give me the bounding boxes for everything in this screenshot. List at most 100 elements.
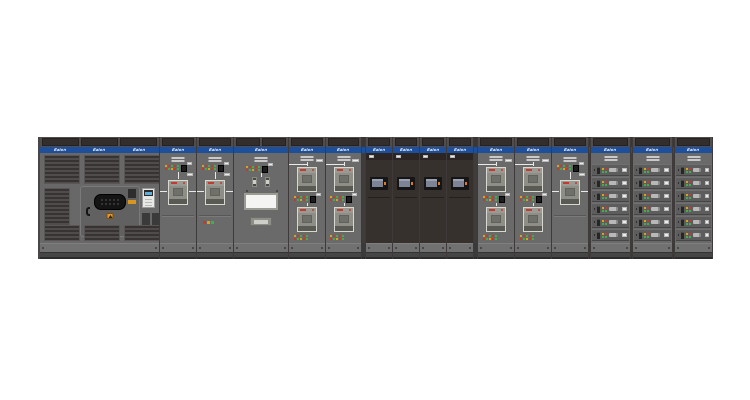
roof-vent-block (262, 138, 286, 146)
plinth (197, 252, 233, 259)
window-screw (276, 190, 278, 192)
mimic-bus-line (515, 164, 534, 165)
red-indicator-light (520, 199, 522, 201)
green-indicator-light (342, 196, 344, 198)
scene-canvas: EatonEatonEatonEatonEatonEatonEatonEaton… (0, 0, 750, 400)
roof-vent-band (675, 137, 712, 147)
plinth (478, 252, 514, 259)
section-double-breaker-section-3: Eaton (478, 137, 515, 259)
breaker-racking-port (173, 188, 183, 196)
green-indicator-light (258, 169, 260, 171)
amber-indicator-light (300, 199, 302, 201)
base-strip (675, 243, 712, 252)
roof-vent-band (40, 137, 159, 147)
red-indicator-light (492, 196, 494, 198)
unit-led-cluster (602, 233, 607, 238)
unit-led-cluster (644, 233, 649, 238)
brand-logo: Eaton (93, 148, 106, 152)
circuit-label (316, 159, 323, 162)
unit-label (622, 181, 627, 185)
amber-indicator-light (294, 196, 296, 198)
mcc-bucket-row (676, 164, 711, 176)
breaker-trip-unit (300, 169, 306, 171)
plinth (40, 252, 159, 259)
section-gap (673, 153, 674, 243)
green-indicator-light (489, 196, 491, 198)
base-gap (631, 243, 632, 259)
base-screw (668, 247, 670, 249)
breaker-faceplate-bottom (335, 226, 353, 231)
control-switch (262, 166, 268, 173)
red-indicator-light (523, 196, 525, 198)
plate-window (254, 220, 268, 224)
base-screw (388, 247, 390, 249)
base-strip (515, 243, 551, 252)
breaker-trip-unit (171, 182, 177, 184)
drawout-circuit-breaker (334, 207, 354, 232)
unit-operating-handle (609, 168, 618, 172)
green-indicator-light (523, 199, 525, 201)
nameplate-label (505, 193, 510, 196)
nameplate-label (542, 193, 547, 196)
green-indicator-light (495, 235, 497, 237)
ventilation-slot (209, 157, 222, 162)
bucket-stack (676, 164, 711, 242)
connector-port (94, 194, 126, 210)
indicator-led-row (294, 238, 308, 240)
unit-screw (678, 234, 679, 236)
section-double-breaker-section-2: Eaton (326, 137, 362, 259)
vent-bar (564, 157, 577, 159)
door-label (396, 155, 401, 158)
section-hmi-section-3: Eaton (420, 137, 447, 259)
unit-operating-handle (609, 207, 618, 211)
roof-vent-block (422, 138, 444, 146)
green-indicator-light (686, 184, 688, 186)
red-indicator-light (647, 168, 649, 170)
amber-indicator-light (336, 238, 338, 240)
mcc-bucket-row (634, 177, 671, 189)
roof-gap (362, 137, 365, 147)
red-indicator-light (255, 169, 257, 171)
red-indicator-light (647, 194, 649, 196)
connector-pin (101, 199, 103, 201)
door-seam (554, 215, 586, 216)
indicator-led-cluster (557, 165, 571, 170)
green-indicator-light (532, 199, 534, 201)
red-indicator-light (689, 233, 691, 235)
vent-bar (646, 156, 659, 158)
brand-logo: Eaton (646, 148, 659, 152)
amber-indicator-light (644, 168, 646, 170)
base-screw (480, 247, 482, 249)
unit-operating-handle (651, 220, 660, 224)
green-indicator-light (297, 238, 299, 240)
mimic-bus-line (478, 164, 497, 165)
brand-logo: Eaton (400, 148, 413, 152)
red-indicator-light (605, 181, 607, 183)
unit-operating-handle (693, 168, 701, 172)
roof-vent-block (480, 138, 512, 146)
section-front-panel (515, 153, 551, 243)
breaker-trip-unit (489, 209, 495, 211)
base-strip (478, 243, 514, 252)
unit-breaker (597, 206, 600, 213)
red-indicator-light (294, 199, 296, 201)
unit-label (705, 207, 709, 211)
base-gap (589, 243, 590, 259)
green-indicator-light (211, 221, 214, 224)
section-main-power-cabinet: EatonEatonEaton (38, 137, 160, 259)
indicator-led-row (483, 196, 497, 198)
section-metering-section: Eaton (234, 137, 289, 259)
section-mcc-bucket-section-3: Eaton (675, 137, 713, 259)
base-strip (197, 243, 233, 252)
amber-indicator-light (526, 199, 528, 201)
section-front-panel (234, 153, 288, 243)
red-indicator-light (566, 165, 568, 167)
green-indicator-light (300, 235, 302, 237)
amber-indicator-light (294, 235, 296, 237)
base-strip (234, 243, 288, 252)
red-indicator-light (303, 199, 305, 201)
drawout-circuit-breaker (168, 180, 188, 205)
door-seam (449, 197, 471, 198)
brand-logo: Eaton (337, 148, 350, 152)
green-indicator-light (689, 184, 691, 186)
